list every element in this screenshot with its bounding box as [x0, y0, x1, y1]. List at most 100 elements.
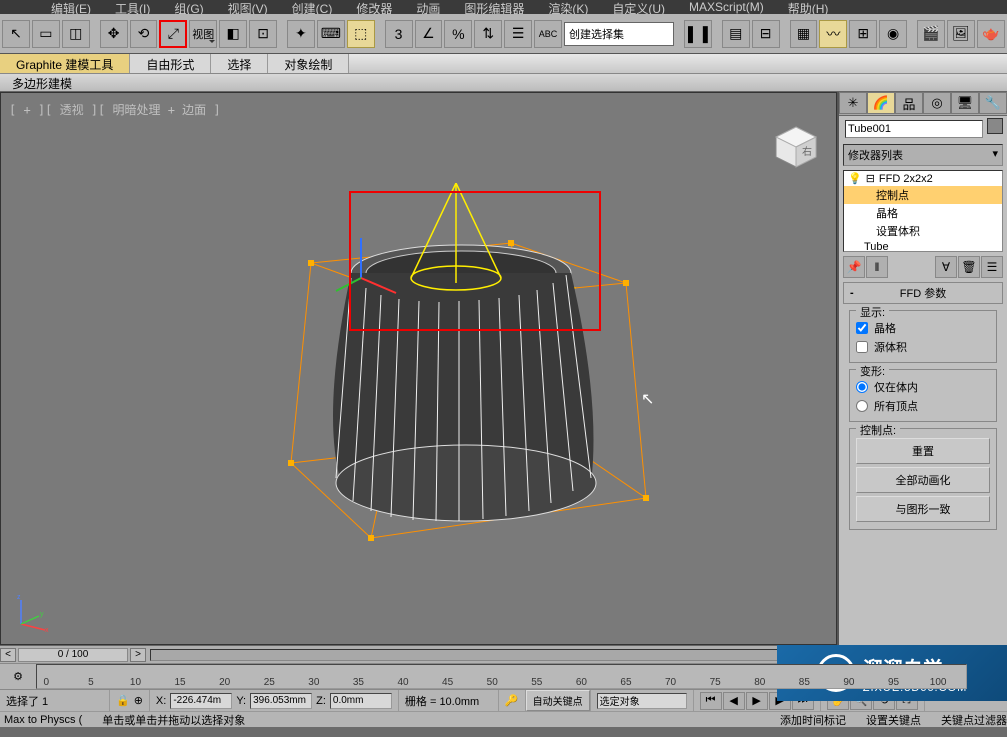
ribbon-tab-freeform[interactable]: 自由形式	[130, 54, 211, 73]
mirror-icon[interactable]: ▌▐	[684, 20, 712, 48]
maxscript-listener[interactable]: Max to Physcs (	[4, 714, 82, 726]
viewcube[interactable]: 右	[772, 123, 820, 171]
named-sel-icon[interactable]: ☰	[504, 20, 532, 48]
curve-editor-icon[interactable]: 〰	[819, 20, 847, 48]
modifier-list-dropdown[interactable]: 修改器列表▾	[843, 144, 1003, 166]
menu-maxscript[interactable]: MAXScript(M)	[683, 0, 770, 14]
prev-frame-icon[interactable]: ◀	[723, 692, 745, 710]
menu-modifiers[interactable]: 修改器	[350, 0, 398, 14]
spinner-snap-icon[interactable]: ⇅	[474, 20, 502, 48]
snap-3d-icon[interactable]: 3	[385, 20, 413, 48]
tab-utilities-icon[interactable]: 🔧	[979, 92, 1007, 114]
radio-in-volume[interactable]: 仅在体内	[856, 379, 990, 395]
track-bar[interactable]: ⚙ 0 5 10 15 20 25 30 35 40 45 50 55 60 6…	[0, 663, 1007, 689]
render-setup-icon[interactable]: 🎬	[917, 20, 945, 48]
ribbon-tab-paint[interactable]: 对象绘制	[268, 54, 349, 73]
menu-create[interactable]: 创建(C)	[286, 0, 339, 14]
align-icon[interactable]: ▤	[722, 20, 750, 48]
collapse-icon[interactable]: ⊟	[866, 172, 875, 185]
menu-group[interactable]: 组(G)	[168, 0, 209, 14]
selected-object-dropdown[interactable]	[597, 693, 687, 709]
quick-align-icon[interactable]: ⊟	[752, 20, 780, 48]
z-coord-field[interactable]	[330, 693, 392, 709]
track-bar-toggle-icon[interactable]: ⚙	[0, 664, 36, 689]
key-filters-button[interactable]: 关键点过滤器	[941, 712, 1007, 728]
angle-snap-icon[interactable]: ∠	[415, 20, 443, 48]
button-animate-all[interactable]: 全部动画化	[856, 467, 990, 493]
select-window-icon[interactable]: ◫	[62, 20, 90, 48]
menu-graph-editors[interactable]: 图形编辑器	[458, 0, 530, 14]
ref-coord-icon[interactable]: ◧	[219, 20, 247, 48]
render-production-icon[interactable]: 🫖	[977, 20, 1005, 48]
rotate-icon[interactable]: ⟲	[130, 20, 158, 48]
stack-item-base[interactable]: Tube	[844, 240, 1002, 254]
ribbon-sub-polymodel[interactable]: 多边形建模	[6, 74, 78, 91]
snap-toggle-icon[interactable]: ⬚	[347, 20, 375, 48]
pin-stack-icon[interactable]: 📌	[843, 256, 865, 278]
keyboard-shortcut-icon[interactable]: ⌨	[317, 20, 345, 48]
configure-sets-icon[interactable]: ☰	[981, 256, 1003, 278]
x-coord-field[interactable]	[170, 693, 232, 709]
time-slider-prev-icon[interactable]: <	[0, 648, 16, 662]
viewport-perspective[interactable]: [ + ][ 透视 ][ 明暗处理 + 边面 ] 右	[0, 92, 837, 645]
stack-item-ffd[interactable]: 💡 ⊟ FFD 2x2x2	[844, 171, 1002, 186]
key-mode-icon[interactable]: 🔑	[505, 694, 519, 707]
checkbox-lattice[interactable]: 晶格	[856, 320, 990, 336]
tab-display-icon[interactable]: 🖥	[951, 92, 979, 114]
tab-motion-icon[interactable]: ◎	[923, 92, 951, 114]
show-end-result-icon[interactable]: ‖	[866, 256, 888, 278]
checkbox-source-volume[interactable]: 源体积	[856, 339, 990, 355]
time-ruler[interactable]: 0 5 10 15 20 25 30 35 40 45 50 55 60 65 …	[36, 664, 967, 689]
selection-set-dropdown[interactable]	[564, 22, 674, 46]
time-slider-next-icon[interactable]: >	[130, 648, 146, 662]
viewport-label[interactable]: [ + ][ 透视 ][ 明暗处理 + 边面 ]	[9, 101, 221, 118]
lightbulb-icon[interactable]: 💡	[848, 172, 862, 185]
time-slider-thumb[interactable]: 0 / 100	[18, 648, 128, 662]
menu-edit[interactable]: 编辑(E)	[45, 0, 97, 14]
menu-render[interactable]: 渲染(K)	[542, 0, 594, 14]
modifier-stack[interactable]: 💡 ⊟ FFD 2x2x2 控制点 晶格 设置体积 Tube	[843, 170, 1003, 252]
move-icon[interactable]: ✥	[100, 20, 128, 48]
percent-snap-icon[interactable]: %	[444, 20, 472, 48]
transform-type-in-icon[interactable]: ⊕	[134, 694, 143, 707]
make-unique-icon[interactable]: ∀	[935, 256, 957, 278]
menu-animation[interactable]: 动画	[410, 0, 446, 14]
view-dropdown[interactable]: 视图	[189, 20, 217, 48]
select-manipulate-icon[interactable]: ✦	[287, 20, 315, 48]
button-reset[interactable]: 重置	[856, 438, 990, 464]
goto-start-icon[interactable]: ⏮	[700, 692, 722, 710]
layer-manager-icon[interactable]: ▦	[790, 20, 818, 48]
play-icon[interactable]: ▶	[746, 692, 768, 710]
menu-tools[interactable]: 工具(I)	[109, 0, 156, 14]
object-name-field[interactable]: Tube001	[845, 120, 983, 138]
menu-customize[interactable]: 自定义(U)	[606, 0, 671, 14]
remove-modifier-icon[interactable]: 🗑	[958, 256, 980, 278]
lock-selection-icon[interactable]: 🔒	[116, 694, 130, 707]
select-object-icon[interactable]: ↖	[2, 20, 30, 48]
scale-icon[interactable]: ⤢	[159, 20, 187, 48]
tab-create-icon[interactable]: ✳	[839, 92, 867, 114]
rollup-ffd-params[interactable]: FFD 参数	[843, 282, 1003, 304]
set-key-button[interactable]: 设置关键点	[866, 712, 921, 728]
use-center-icon[interactable]: ⊡	[249, 20, 277, 48]
radio-all-vertices[interactable]: 所有顶点	[856, 398, 990, 414]
stack-sub-lattice[interactable]: 晶格	[844, 204, 1002, 222]
stack-sub-control-points[interactable]: 控制点	[844, 186, 1002, 204]
object-color-swatch[interactable]	[987, 118, 1003, 134]
auto-key-button[interactable]: 自动关键点	[526, 690, 590, 711]
material-editor-icon[interactable]: ◉	[879, 20, 907, 48]
schematic-view-icon[interactable]: ⊞	[849, 20, 877, 48]
menu-help[interactable]: 帮助(H)	[782, 0, 835, 14]
abc-icon[interactable]: ABC	[534, 20, 562, 48]
stack-sub-set-volume[interactable]: 设置体积	[844, 222, 1002, 240]
menu-view[interactable]: 视图(V)	[222, 0, 274, 14]
ribbon-tab-graphite[interactable]: Graphite 建模工具	[0, 54, 130, 73]
tab-modify-icon[interactable]: 🌈	[867, 92, 895, 114]
rendered-frame-icon[interactable]: 🖼	[947, 20, 975, 48]
y-coord-field[interactable]	[250, 693, 312, 709]
select-region-icon[interactable]: ▭	[32, 20, 60, 48]
add-time-tag[interactable]: 添加时间标记	[780, 712, 846, 728]
ribbon-tab-selection[interactable]: 选择	[211, 54, 268, 73]
tab-hierarchy-icon[interactable]: 品	[895, 92, 923, 114]
button-conform-to-shape[interactable]: 与图形一致	[856, 496, 990, 522]
